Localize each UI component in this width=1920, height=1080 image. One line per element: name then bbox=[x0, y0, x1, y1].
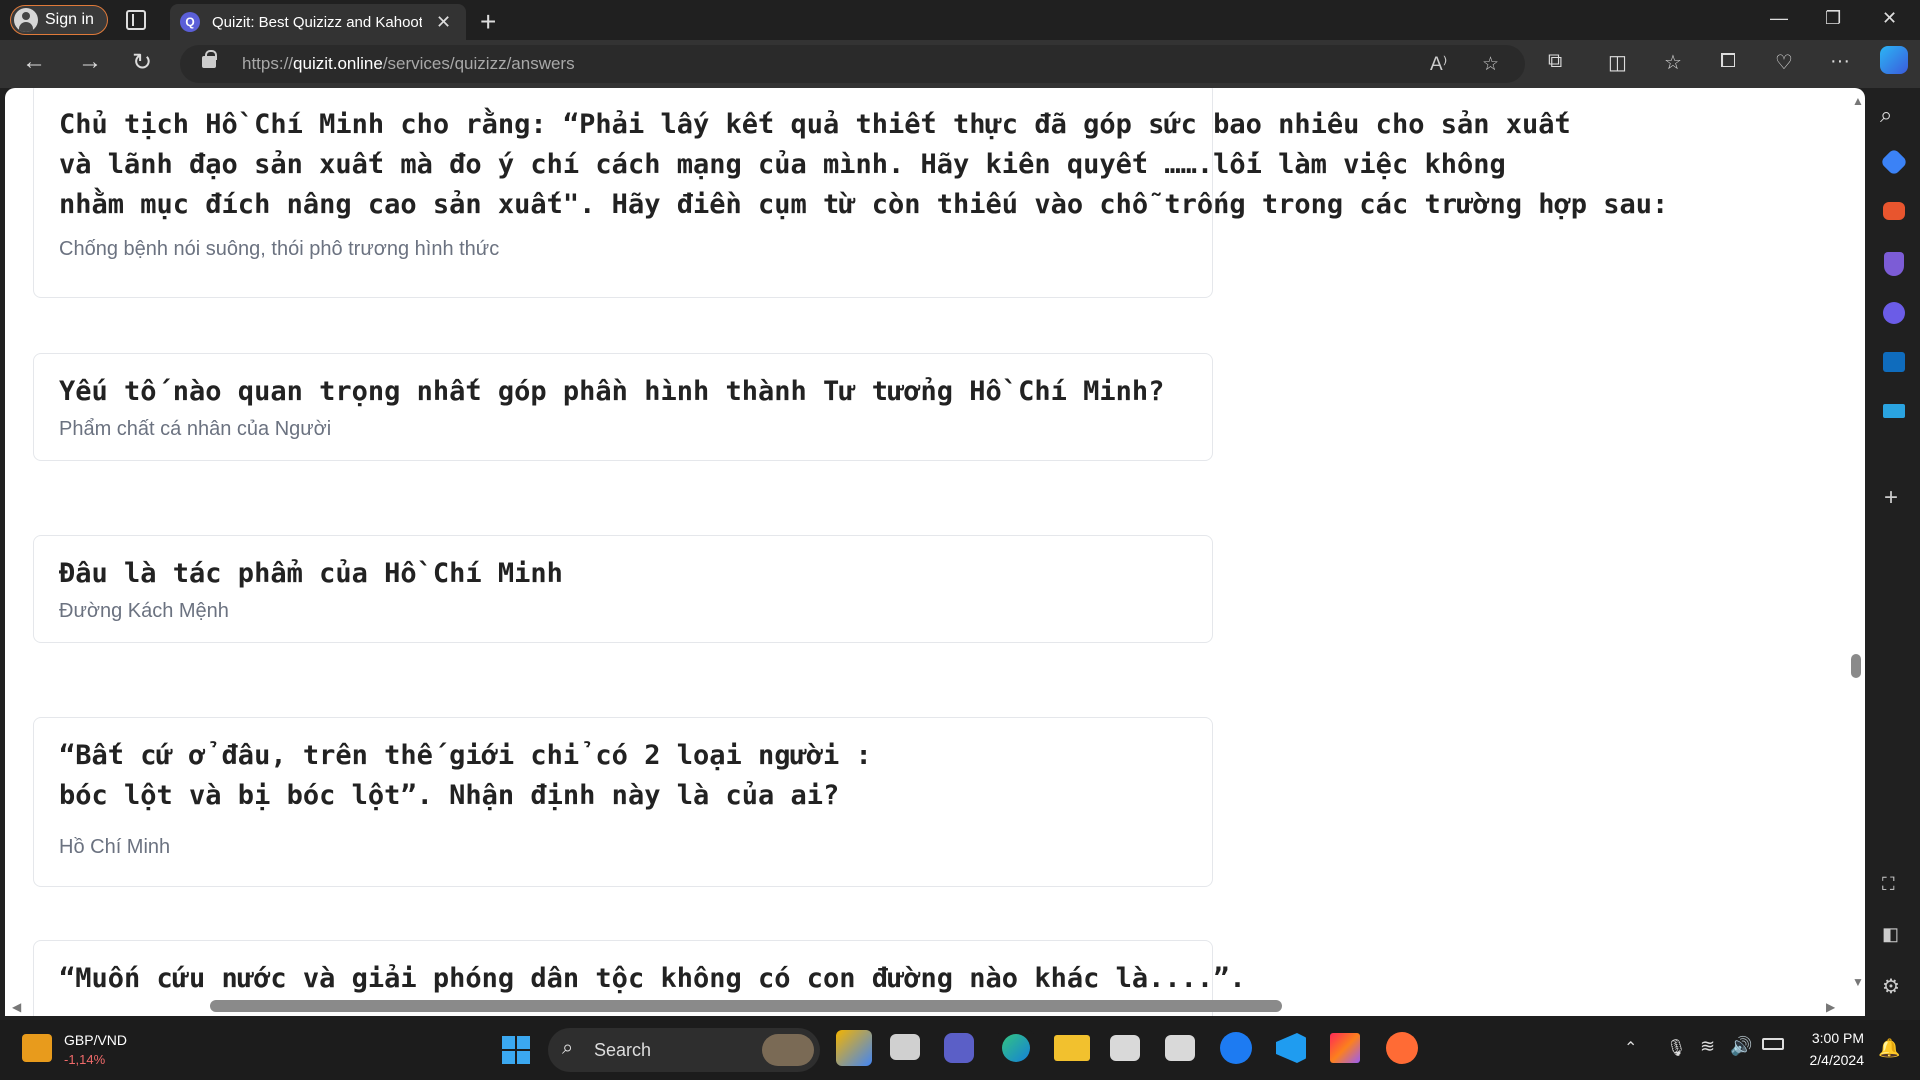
windows-start-icon[interactable] bbox=[502, 1036, 530, 1064]
tab-title: Quizit: Best Quizizz and Kahoot C bbox=[212, 13, 422, 31]
wifi-icon[interactable]: ≋ bbox=[1700, 1036, 1715, 1057]
search-icon: ⌕ bbox=[562, 1037, 574, 1059]
volume-icon[interactable]: 🔊 bbox=[1730, 1036, 1752, 1057]
back-icon[interactable]: ← bbox=[22, 48, 46, 76]
file-explorer-icon[interactable] bbox=[1054, 1035, 1090, 1061]
question-text: Chủ tịch Hồ Chí Minh cho rằng: “Phải lấy… bbox=[59, 109, 1669, 220]
task-view-icon[interactable] bbox=[890, 1034, 920, 1060]
new-tab-icon[interactable]: + bbox=[480, 6, 496, 38]
postman-icon[interactable] bbox=[1386, 1032, 1418, 1064]
teams-chat-icon[interactable] bbox=[944, 1033, 974, 1063]
refresh-icon[interactable]: ↻ bbox=[132, 48, 152, 77]
microsoft-365-icon[interactable] bbox=[1883, 302, 1905, 324]
shopping-tag-icon[interactable] bbox=[1879, 147, 1909, 177]
app-icon-2[interactable] bbox=[1165, 1035, 1195, 1061]
forward-icon[interactable]: → bbox=[78, 48, 102, 76]
scroll-left-arrow-icon[interactable]: ◀ bbox=[12, 1000, 21, 1014]
vertical-scrollbar-thumb[interactable] bbox=[1851, 654, 1861, 678]
answer-card: Yếu tố nào quan trọng nhất góp phần hình… bbox=[33, 353, 1213, 461]
answer-text: Đường Kách Mệnh bbox=[59, 600, 229, 622]
taskbar-search[interactable]: ⌕ Search bbox=[548, 1028, 820, 1072]
favorite-star-icon[interactable]: ☆ bbox=[1482, 53, 1499, 76]
minimize-icon[interactable]: — bbox=[1770, 8, 1788, 29]
edge-sidebar: ⌕ + ⛶ ◧ ⚙ bbox=[1868, 88, 1920, 1020]
tab-quizit[interactable]: Q Quizit: Best Quizizz and Kahoot C ✕ bbox=[170, 4, 466, 40]
add-sidebar-app-icon[interactable]: + bbox=[1884, 484, 1912, 512]
outlook-icon[interactable] bbox=[1883, 352, 1905, 372]
close-window-icon[interactable]: ✕ bbox=[1882, 8, 1897, 29]
answer-text: Phẩm chất cá nhân của Người bbox=[59, 418, 332, 440]
profile-button[interactable]: Sign in bbox=[10, 5, 108, 35]
performance-icon[interactable]: ♡ bbox=[1775, 50, 1793, 75]
copilot-icon[interactable] bbox=[1880, 46, 1908, 74]
favorites-icon[interactable]: ☆ bbox=[1664, 50, 1682, 75]
battery-icon[interactable] bbox=[1762, 1038, 1784, 1050]
ticker-name[interactable]: GBP/VND bbox=[64, 1032, 127, 1048]
games-icon[interactable] bbox=[1884, 252, 1904, 276]
microphone-icon[interactable]: 🎙 bbox=[1666, 1038, 1686, 1058]
windows-taskbar: GBP/VND -1,14% ⌕ Search ⌃ 🎙 ≋ 🔊 3:00 PM … bbox=[0, 1020, 1920, 1080]
lock-icon[interactable] bbox=[202, 50, 217, 68]
drop-icon[interactable] bbox=[1883, 404, 1905, 418]
scroll-down-arrow-icon[interactable]: ▼ bbox=[1852, 975, 1864, 989]
browser-toolbar: ← → ↻ https://quizit.online/services/qui… bbox=[0, 40, 1920, 88]
page-viewport: Chủ tịch Hồ Chí Minh cho rằng: “Phải lấy… bbox=[5, 88, 1865, 1016]
quizit-favicon-icon: Q bbox=[180, 12, 200, 32]
edge-taskbar-icon[interactable] bbox=[998, 1030, 1034, 1066]
hide-sidebar-icon[interactable]: ◧ bbox=[1882, 924, 1910, 952]
answer-text: Hồ Chí Minh bbox=[59, 836, 171, 858]
scroll-right-arrow-icon[interactable]: ▶ bbox=[1826, 1000, 1835, 1014]
answer-card: Chủ tịch Hồ Chí Minh cho rằng: “Phải lấy… bbox=[33, 88, 1668, 298]
search-label: Search bbox=[594, 1040, 652, 1060]
app-icon-1[interactable] bbox=[1110, 1035, 1140, 1061]
avatar bbox=[14, 8, 38, 32]
ticker-change: -1,14% bbox=[64, 1052, 106, 1067]
intellij-icon[interactable] bbox=[1330, 1033, 1360, 1063]
clock-time[interactable]: 3:00 PM bbox=[1804, 1030, 1864, 1046]
answer-text: Chống bệnh nói suông, thói phô trương hì… bbox=[59, 238, 500, 260]
restore-icon[interactable]: ❐ bbox=[1825, 8, 1841, 29]
question-text: Đâu là tác phẩm của Hồ Chí Minh bbox=[59, 558, 563, 589]
url-text[interactable]: https://quizit.online/services/quizizz/a… bbox=[242, 54, 575, 74]
split-screen-icon[interactable]: ◫ bbox=[1608, 50, 1627, 75]
read-aloud-icon[interactable]: A⁾ bbox=[1430, 53, 1447, 76]
clock-date[interactable]: 2/4/2024 bbox=[1804, 1052, 1865, 1068]
answer-card: “Bất cứ ở đâu, trên thế giới chỉ có 2 lo… bbox=[33, 717, 1213, 887]
address-bar[interactable]: https://quizit.online/services/quizizz/a… bbox=[180, 45, 1525, 83]
search-highlight-image bbox=[762, 1034, 814, 1066]
answer-card: Đâu là tác phẩm của Hồ Chí Minh Đường Ká… bbox=[33, 535, 1213, 643]
vscode-icon[interactable] bbox=[1276, 1033, 1306, 1063]
scroll-up-arrow-icon[interactable]: ▲ bbox=[1852, 94, 1864, 108]
settings-gear-icon[interactable]: ⚙ bbox=[1882, 974, 1910, 1002]
notification-bell-icon[interactable]: 🔔 bbox=[1878, 1038, 1900, 1059]
more-options-icon[interactable]: ··· bbox=[1830, 50, 1850, 73]
show-hidden-icons-icon[interactable]: ⌃ bbox=[1624, 1038, 1637, 1058]
zalo-icon[interactable] bbox=[1220, 1032, 1252, 1064]
collections-icon[interactable]: ⧠ bbox=[1720, 50, 1736, 73]
close-tab-icon[interactable]: ✕ bbox=[436, 12, 451, 33]
tab-actions-icon[interactable] bbox=[126, 10, 146, 30]
signin-label: Sign in bbox=[45, 11, 94, 28]
title-bar: Sign in Q Quizit: Best Quizizz and Kahoo… bbox=[0, 0, 1920, 40]
question-text: Yếu tố nào quan trọng nhất góp phần hình… bbox=[59, 376, 1165, 407]
question-text: “Muốn cứu nước và giải phóng dân tộc khô… bbox=[59, 963, 1246, 994]
horizontal-scrollbar-thumb[interactable] bbox=[210, 1000, 1282, 1012]
extensions-icon[interactable]: ⧉ bbox=[1548, 50, 1562, 73]
question-text: “Bất cứ ở đâu, trên thế giới chỉ có 2 lo… bbox=[59, 740, 872, 811]
currency-widget-icon[interactable] bbox=[22, 1034, 52, 1062]
screenshot-icon[interactable]: ⛶ bbox=[1882, 874, 1910, 902]
copilot-taskbar-icon[interactable] bbox=[836, 1030, 872, 1066]
search-icon[interactable]: ⌕ bbox=[1880, 102, 1908, 130]
tools-icon[interactable] bbox=[1883, 202, 1905, 220]
